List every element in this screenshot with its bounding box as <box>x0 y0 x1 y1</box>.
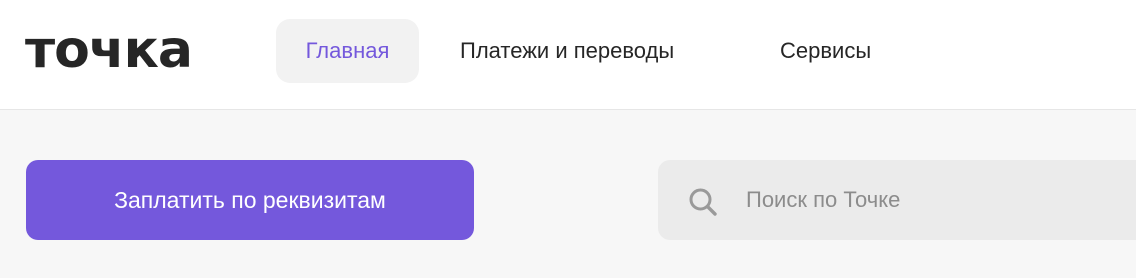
search-box[interactable] <box>658 160 1136 240</box>
search-input[interactable] <box>746 160 1136 240</box>
tab-services[interactable]: Сервисы <box>780 19 871 83</box>
search-icon <box>689 188 717 216</box>
tab-home[interactable]: Главная <box>276 19 419 83</box>
top-bar: точка Главная Платежи и переводы Сервисы <box>0 0 1136 110</box>
pay-by-details-button[interactable]: Заплатить по реквизитам <box>26 160 474 240</box>
logo[interactable]: точка <box>25 20 193 80</box>
tab-payments-transfers[interactable]: Платежи и переводы <box>460 19 674 83</box>
